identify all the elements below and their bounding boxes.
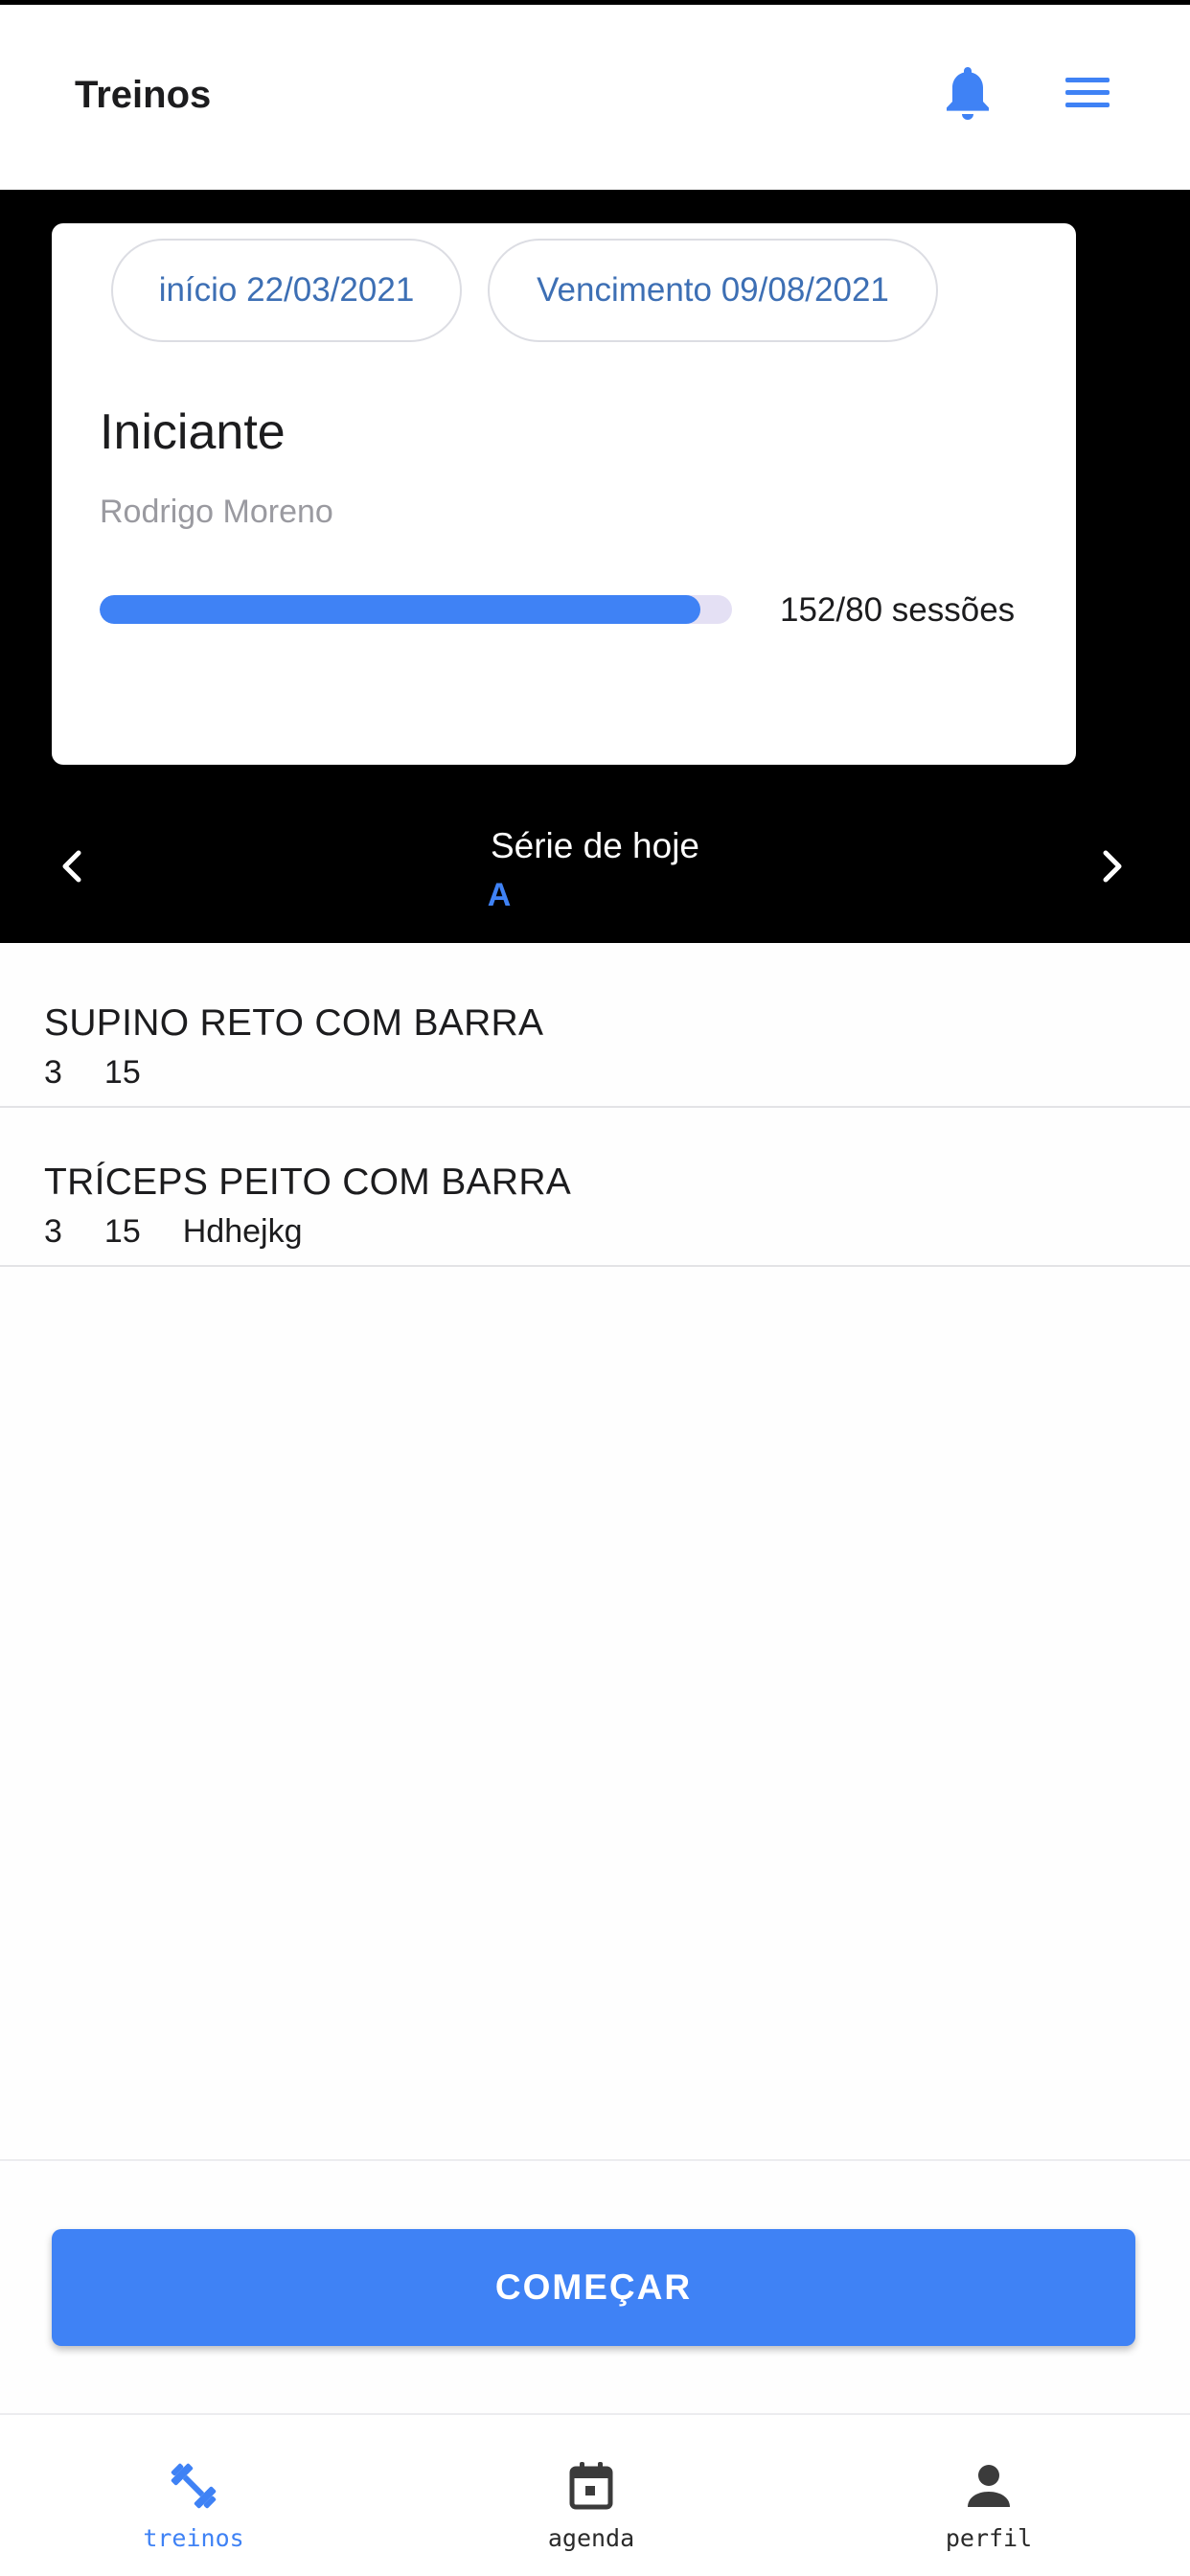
person-icon bbox=[960, 2457, 1018, 2515]
exercise-reps: 15 bbox=[103, 1213, 141, 1250]
exercise-reps: 15 bbox=[103, 1054, 141, 1091]
exercise-note: Hdhejkg bbox=[182, 1213, 303, 1250]
start-date-chip: início 22/03/2021 bbox=[111, 239, 462, 342]
plan-level: Iniciante bbox=[100, 404, 286, 460]
tab-label: perfil bbox=[945, 2524, 1033, 2552]
exercise-details: 3 15 bbox=[44, 1054, 183, 1092]
start-workout-button[interactable]: COMEÇAR bbox=[52, 2229, 1135, 2346]
exercise-name: SUPINO RETO COM BARRA bbox=[44, 1002, 544, 1044]
tab-perfil[interactable]: perfil bbox=[845, 2415, 1133, 2576]
sessions-progress-bar bbox=[100, 595, 732, 624]
action-area: COMEÇAR bbox=[0, 2159, 1190, 2413]
series-letter: A bbox=[487, 877, 512, 913]
sessions-progress-text: 152/80 sessões bbox=[780, 591, 1016, 629]
menu-icon[interactable] bbox=[1064, 74, 1111, 112]
exercise-list: SUPINO RETO COM BARRA 3 15 TRÍCEPS PEITO… bbox=[0, 949, 1190, 1267]
exercise-name: TRÍCEPS PEITO COM BARRA bbox=[44, 1162, 572, 1203]
tab-label: treinos bbox=[143, 2524, 244, 2552]
exercise-row[interactable]: TRÍCEPS PEITO COM BARRA 3 15 Hdhejkg bbox=[0, 1108, 1190, 1267]
exercise-sets: 3 bbox=[44, 1054, 62, 1091]
bell-icon[interactable] bbox=[943, 64, 993, 124]
tab-treinos[interactable]: treinos bbox=[50, 2415, 337, 2576]
treinos-screen: Treinos início 22/03/2021 Vencimento 09/… bbox=[0, 0, 1190, 2576]
sessions-progress-fill bbox=[100, 595, 700, 624]
plan-card: início 22/03/2021 Vencimento 09/08/2021 … bbox=[52, 223, 1076, 765]
tab-label: agenda bbox=[547, 2524, 635, 2552]
exercise-sets: 3 bbox=[44, 1213, 62, 1250]
series-label: Série de hoje bbox=[490, 826, 700, 865]
next-series-chevron-icon[interactable] bbox=[1094, 845, 1129, 887]
exercise-details: 3 15 Hdhejkg bbox=[44, 1213, 345, 1251]
page-title: Treinos bbox=[75, 74, 212, 116]
tab-agenda[interactable]: agenda bbox=[447, 2415, 735, 2576]
bottom-navigation: treinos agenda perfil bbox=[0, 2413, 1190, 2576]
app-bar: Treinos bbox=[0, 5, 1190, 190]
due-date-chip: Vencimento 09/08/2021 bbox=[488, 239, 938, 342]
exercise-row[interactable]: SUPINO RETO COM BARRA 3 15 bbox=[0, 949, 1190, 1108]
calendar-icon bbox=[562, 2457, 620, 2515]
dumbbell-icon bbox=[165, 2457, 222, 2515]
trainer-name: Rodrigo Moreno bbox=[100, 494, 333, 530]
